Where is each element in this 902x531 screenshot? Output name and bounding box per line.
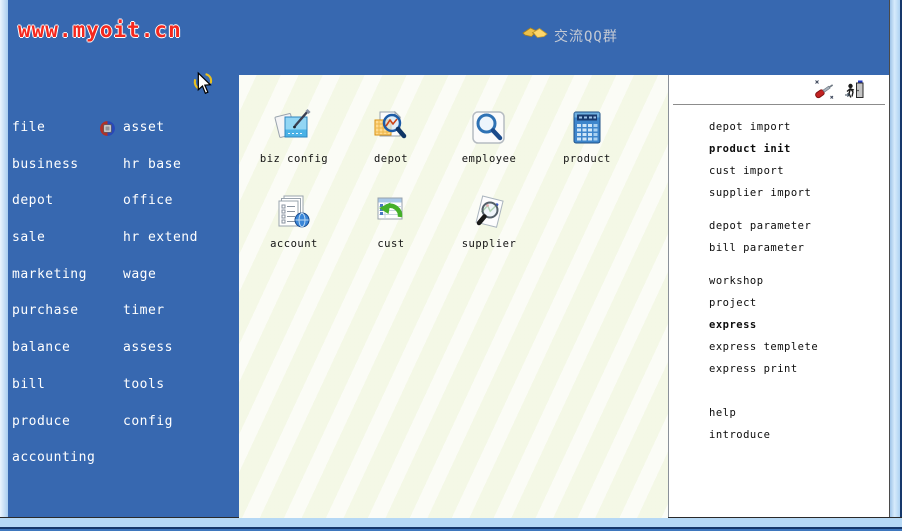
panel-item-cust-import[interactable]: cust import bbox=[709, 160, 883, 182]
window-frame-left bbox=[0, 0, 8, 517]
handshake-icon bbox=[522, 23, 548, 43]
panel-group-import: depot import product init cust import su… bbox=[709, 116, 883, 204]
panel-item-express-templete[interactable]: express templete bbox=[709, 336, 883, 358]
sidebar-item-office[interactable]: office bbox=[123, 190, 173, 212]
sidebar-item-marketing[interactable]: marketing bbox=[12, 264, 87, 286]
application-window: www.myoit.cn 交流QQ群 file business depot s… bbox=[0, 0, 902, 531]
exit-door-icon[interactable] bbox=[844, 79, 866, 101]
documents-pen-icon bbox=[274, 108, 314, 148]
sidebar-item-business[interactable]: business bbox=[12, 154, 79, 176]
sidebar-item-timer[interactable]: timer bbox=[123, 300, 165, 322]
sidebar-item-assess[interactable]: assess bbox=[123, 337, 173, 359]
sidebar-item-produce[interactable]: produce bbox=[12, 411, 70, 433]
panel-item-introduce[interactable]: introduce bbox=[709, 424, 883, 446]
document-search-chart-icon bbox=[469, 193, 509, 233]
window-frame-bottom bbox=[0, 517, 902, 529]
qq-group-link[interactable]: 交流QQ群 bbox=[554, 26, 618, 46]
panel-item-project[interactable]: project bbox=[709, 292, 883, 314]
panel-item-supplier-import[interactable]: supplier import bbox=[709, 182, 883, 204]
panel-group-modules: workshop project express express templet… bbox=[709, 270, 883, 380]
asset-bullet-icon bbox=[99, 120, 116, 137]
desktop-icon-label: supplier bbox=[443, 238, 535, 250]
panel-item-bill-parameter[interactable]: bill parameter bbox=[709, 237, 883, 259]
desktop-icon-label: biz config bbox=[248, 153, 340, 165]
sidebar-item-bill[interactable]: bill bbox=[12, 374, 45, 396]
panel-item-depot-parameter[interactable]: depot parameter bbox=[709, 215, 883, 237]
desktop-icon-label: employee bbox=[443, 153, 535, 165]
sidebar-item-tools[interactable]: tools bbox=[123, 374, 165, 396]
forms-globe-icon bbox=[274, 193, 314, 233]
chart-magnifier-icon bbox=[371, 108, 411, 148]
sidebar-item-hr-base[interactable]: hr base bbox=[123, 154, 181, 176]
panel-item-help[interactable]: help bbox=[709, 402, 883, 424]
header-banner: www.myoit.cn 交流QQ群 bbox=[8, 0, 889, 75]
sidebar-item-config[interactable]: config bbox=[123, 411, 173, 433]
desktop-icon-biz-config[interactable]: biz config bbox=[248, 108, 340, 165]
panel-item-depot-import[interactable]: depot import bbox=[709, 116, 883, 138]
panel-item-product-init[interactable]: product init bbox=[709, 138, 883, 160]
desktop-icon-cust[interactable]: cust bbox=[345, 193, 437, 250]
sidebar-item-asset[interactable]: asset bbox=[123, 117, 165, 139]
panel-group-help: help introduce bbox=[709, 402, 883, 446]
magnifier-panel-icon bbox=[469, 108, 509, 148]
sidebar-item-purchase[interactable]: purchase bbox=[12, 300, 79, 322]
panel-item-workshop[interactable]: workshop bbox=[709, 270, 883, 292]
desktop-icon-account[interactable]: account bbox=[248, 193, 340, 250]
sidebar-item-sale[interactable]: sale bbox=[12, 227, 45, 249]
desktop-icon-label: depot bbox=[345, 153, 437, 165]
sidebar-item-balance[interactable]: balance bbox=[12, 337, 70, 359]
sidebar-item-accounting[interactable]: accounting bbox=[12, 447, 95, 469]
sidebar-item-hr-extend[interactable]: hr extend bbox=[123, 227, 198, 249]
panel-item-express-print[interactable]: express print bbox=[709, 358, 883, 380]
window-frame-right bbox=[889, 0, 902, 517]
main-workspace: biz config depot employee bbox=[239, 75, 668, 518]
panel-item-express[interactable]: express bbox=[709, 314, 883, 336]
sidebar-menu: file business depot sale marketing purch… bbox=[8, 75, 239, 517]
sidebar-item-file[interactable]: file bbox=[12, 117, 45, 139]
quick-menu-panel: depot import product init cust import su… bbox=[668, 75, 889, 517]
screwdriver-icon[interactable] bbox=[813, 79, 835, 101]
sidebar-item-wage[interactable]: wage bbox=[123, 264, 156, 286]
form-refresh-arrow-icon bbox=[371, 193, 411, 233]
desktop-icon-label: cust bbox=[345, 238, 437, 250]
calculator-icon bbox=[567, 108, 607, 148]
panel-group-parameter: depot parameter bill parameter bbox=[709, 215, 883, 259]
panel-separator bbox=[673, 104, 885, 105]
desktop-icon-supplier[interactable]: supplier bbox=[443, 193, 535, 250]
desktop-icon-depot[interactable]: depot bbox=[345, 108, 437, 165]
desktop-icon-employee[interactable]: employee bbox=[443, 108, 535, 165]
site-title: www.myoit.cn bbox=[18, 18, 182, 42]
desktop-icon-label: account bbox=[248, 238, 340, 250]
desktop-icon-label: product bbox=[541, 153, 633, 165]
desktop-icon-product[interactable]: product bbox=[541, 108, 633, 165]
sidebar-item-depot[interactable]: depot bbox=[12, 190, 54, 212]
